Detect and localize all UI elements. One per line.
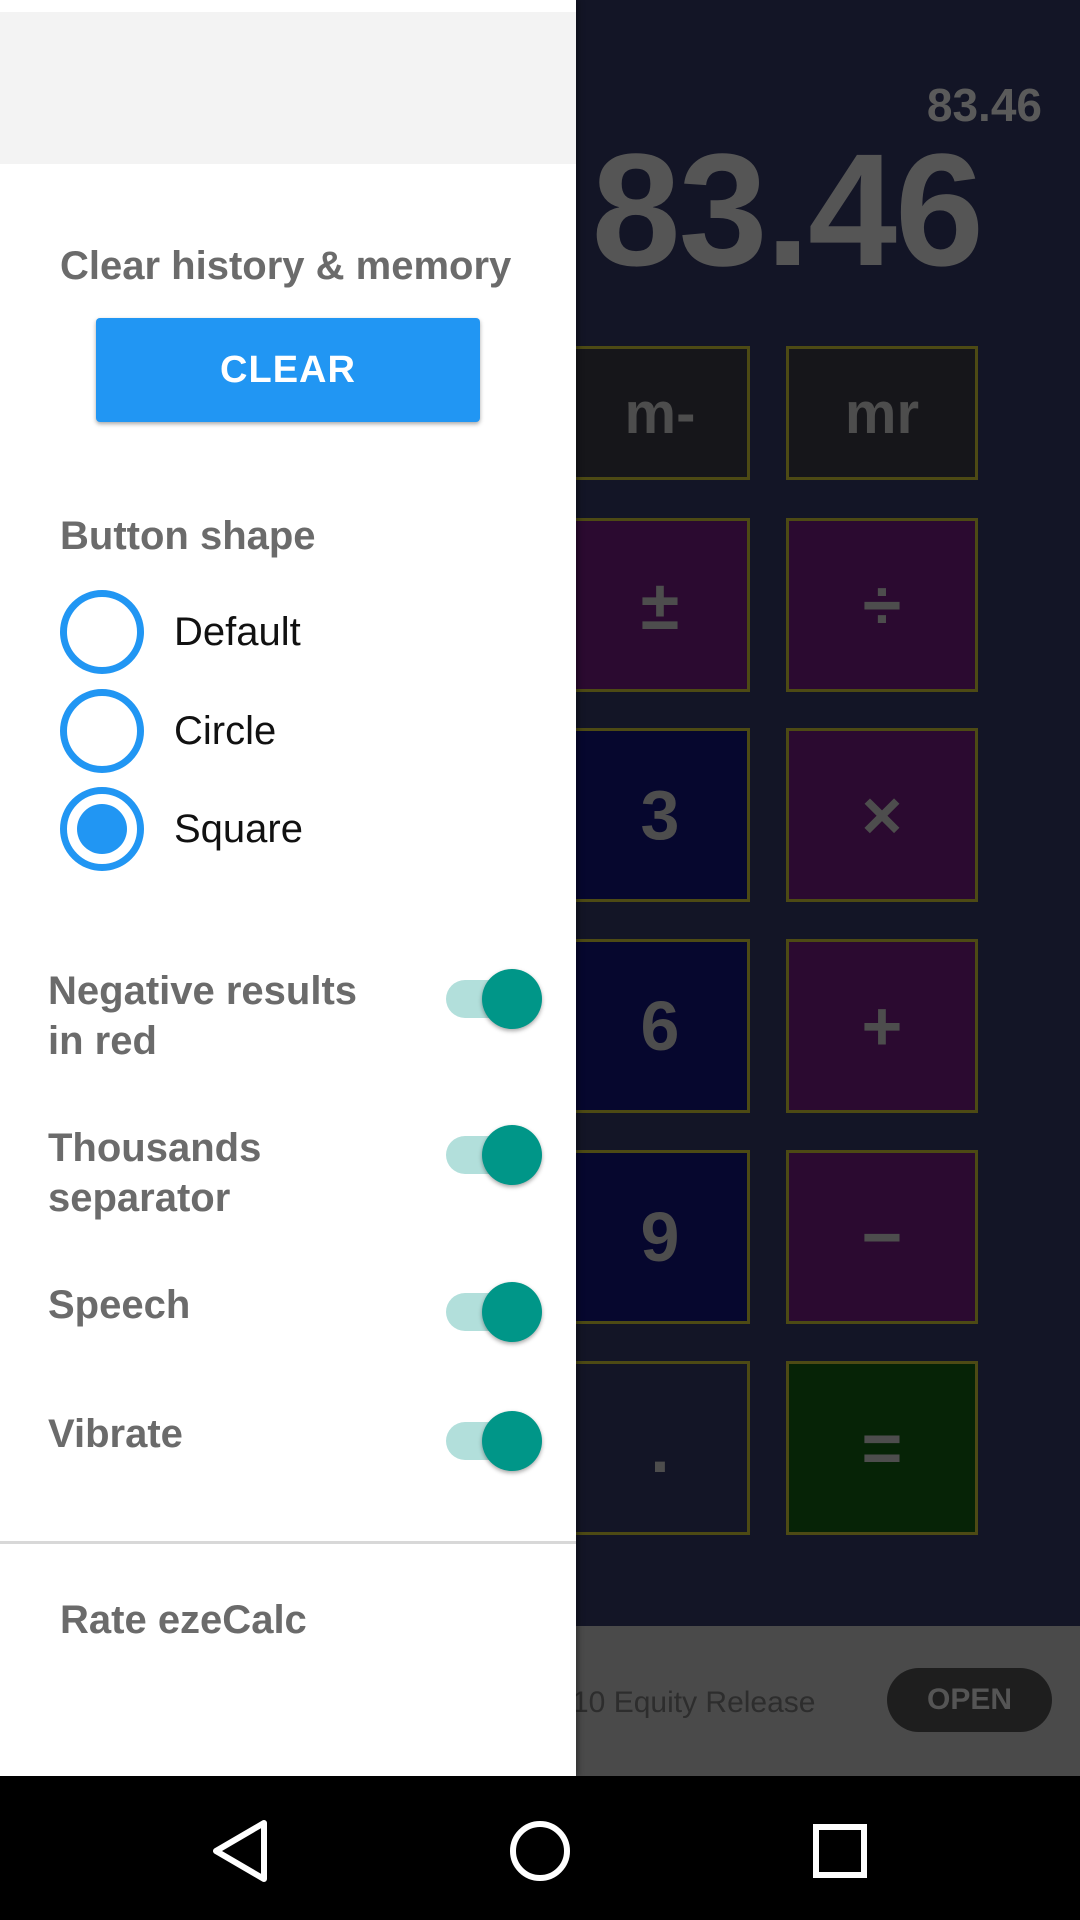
equals-key[interactable]: = <box>786 1361 978 1535</box>
radio-label: Default <box>174 609 301 654</box>
button-shape-title: Button shape <box>60 514 316 558</box>
shape-option-circle[interactable]: Circle <box>60 689 276 773</box>
radio-button[interactable] <box>60 689 144 773</box>
negative-red-label: Negative results in red <box>48 969 358 1063</box>
main-display: 83.46 <box>591 120 984 299</box>
vibrate-label: Vibrate <box>48 1412 183 1456</box>
three-key[interactable]: 3 <box>570 728 750 902</box>
divider <box>0 1541 576 1544</box>
vibrate-switch[interactable] <box>444 1408 544 1472</box>
radio-label: Circle <box>174 708 277 753</box>
back-triangle-icon[interactable] <box>190 1806 290 1896</box>
radio-button[interactable] <box>60 590 144 674</box>
negative-red-switch[interactable] <box>444 966 544 1030</box>
ad-open-button[interactable]: OPEN <box>887 1668 1052 1732</box>
speech-switch[interactable] <box>444 1279 544 1343</box>
plus-key[interactable]: + <box>786 939 978 1113</box>
thousands-separator-label: Thousands separator <box>48 1126 262 1220</box>
radio-button-selected[interactable] <box>60 787 144 871</box>
ad-text: 10 Equity Release <box>572 1686 816 1719</box>
clear-button[interactable]: CLEAR <box>96 318 480 422</box>
clear-section-title: Clear history & memory <box>60 244 512 288</box>
mr-key[interactable]: mr <box>786 346 978 480</box>
drawer-header <box>0 12 576 164</box>
six-key[interactable]: 6 <box>570 939 750 1113</box>
navigation-bar <box>0 1776 1080 1920</box>
recents-square-icon[interactable] <box>790 1806 890 1896</box>
thousands-separator-switch[interactable] <box>444 1122 544 1186</box>
m-minus-key[interactable]: m- <box>570 346 750 480</box>
divide-key[interactable]: ÷ <box>786 518 978 692</box>
nine-key[interactable]: 9 <box>570 1150 750 1324</box>
plus-minus-key[interactable]: ± <box>570 518 750 692</box>
home-circle-icon[interactable] <box>490 1806 590 1896</box>
minus-key[interactable]: − <box>786 1150 978 1324</box>
radio-label: Square <box>174 806 303 851</box>
rate-app-link[interactable]: Rate ezeCalc <box>60 1598 307 1643</box>
shape-option-square[interactable]: Square <box>60 787 303 871</box>
settings-drawer: Clear history & memory CLEAR Button shap… <box>0 0 576 1776</box>
multiply-key[interactable]: × <box>786 728 978 902</box>
shape-option-default[interactable]: Default <box>60 590 301 674</box>
speech-label: Speech <box>48 1283 191 1327</box>
dot-key[interactable]: . <box>570 1361 750 1535</box>
